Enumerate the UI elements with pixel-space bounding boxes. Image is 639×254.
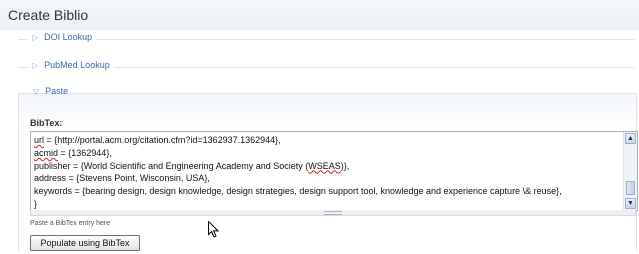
doi-lookup-fieldset: ▷ DOI Lookup <box>18 32 635 42</box>
pubmed-lookup-label: PubMed Lookup <box>44 60 110 70</box>
bibtex-line-publisher: publisher = {World Scientific and Engine… <box>34 160 350 171</box>
bibtex-line-address: address = {Stevens Point, Wisconsin, USA… <box>34 173 210 184</box>
scroll-thumb[interactable] <box>626 181 635 195</box>
bibtex-content: url = {http://portal.acm.org/citation.cf… <box>34 134 619 211</box>
paste-toggle[interactable]: ▽ Paste <box>29 86 72 96</box>
grip-lines-icon <box>324 211 342 215</box>
doi-lookup-label: DOI Lookup <box>44 32 93 42</box>
spellcheck-mark: WSEAS <box>308 160 341 171</box>
page-title: Create Biblio <box>8 7 89 23</box>
scroll-down-icon[interactable]: ▼ <box>625 198 636 209</box>
spellcheck-mark: acmid <box>34 147 59 158</box>
spellcheck-mark: url <box>34 135 45 145</box>
bibtex-line-acmid: acmid = {1362944}, <box>34 147 112 158</box>
bibtex-help-text: Paste a BibTex entry here <box>30 220 111 227</box>
paste-label: Paste <box>45 86 69 96</box>
textarea-resize-grip[interactable] <box>30 210 636 216</box>
bibtex-line-keywords: keywords = {bearing design, design knowl… <box>34 186 562 197</box>
textarea-scrollbar[interactable]: ▲ ▼ <box>623 132 637 210</box>
pubmed-lookup-toggle[interactable]: ▷ PubMed Lookup <box>28 60 114 70</box>
collapsed-triangle-icon: ▷ <box>32 33 39 42</box>
pubmed-lookup-fieldset: ▷ PubMed Lookup <box>18 60 635 70</box>
header-band <box>0 0 639 30</box>
doi-lookup-toggle[interactable]: ▷ DOI Lookup <box>28 32 97 42</box>
bibtex-line-close: } <box>34 198 38 209</box>
expanded-triangle-icon: ▽ <box>33 87 40 96</box>
bibtex-label: BibTex: <box>30 118 63 128</box>
populate-bibtex-button[interactable]: Populate using BibTex <box>30 235 140 251</box>
collapsed-triangle-icon: ▷ <box>32 61 39 70</box>
scroll-up-icon[interactable]: ▲ <box>625 133 636 144</box>
bibtex-textarea[interactable]: url = {http://portal.acm.org/citation.cf… <box>30 131 638 211</box>
mouse-pointer-icon <box>208 221 219 238</box>
bibtex-line-url: url = {http://portal.acm.org/citation.cf… <box>34 135 281 145</box>
